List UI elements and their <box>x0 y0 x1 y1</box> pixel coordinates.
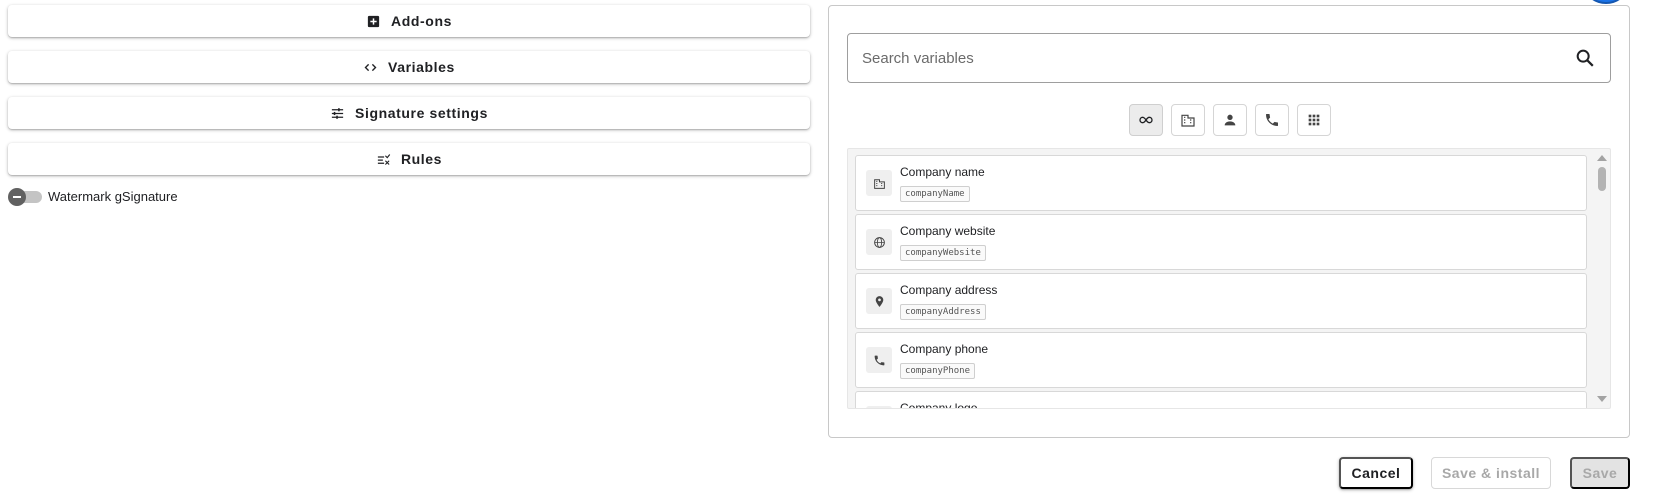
filter-phone-button[interactable] <box>1255 104 1289 136</box>
link-icon <box>1139 116 1153 124</box>
location-pin-icon <box>875 295 883 307</box>
addons-label: Add-ons <box>391 13 452 29</box>
cancel-button[interactable]: Cancel <box>1339 457 1413 489</box>
search-icon[interactable] <box>1574 47 1596 69</box>
variables-accordion[interactable]: Variables <box>8 51 810 83</box>
variable-item-company-logo[interactable]: Company logo companyLogo <box>855 391 1587 409</box>
editor-sections: Add-ons Variables Signature settings Rul… <box>8 5 810 206</box>
building-icon <box>873 178 885 189</box>
globe-icon <box>873 236 885 248</box>
building-icon <box>1181 114 1195 127</box>
watermark-toggle[interactable] <box>8 187 42 206</box>
variable-code: companyPhone <box>900 362 976 379</box>
filter-company-button[interactable] <box>1171 104 1205 136</box>
scroll-up-icon[interactable] <box>1597 155 1607 161</box>
person-icon <box>1224 114 1236 126</box>
rule-icon <box>377 153 391 165</box>
signature-settings-accordion[interactable]: Signature settings <box>8 97 810 129</box>
phone-icon <box>1266 114 1278 126</box>
tune-icon <box>331 107 344 119</box>
variables-label: Variables <box>388 59 455 75</box>
save-install-button[interactable]: Save & install <box>1431 457 1551 489</box>
variables-panel: Company name companyName Company website… <box>828 5 1630 438</box>
rules-label: Rules <box>400 151 443 167</box>
variable-list-scrollbar[interactable] <box>1594 149 1610 408</box>
variable-item-company-website[interactable]: Company website companyWebsite <box>855 214 1587 270</box>
grid-icon <box>1308 114 1320 126</box>
code-icon <box>364 63 377 71</box>
scroll-down-icon[interactable] <box>1597 396 1607 402</box>
watermark-row: Watermark gSignature <box>8 187 810 206</box>
filter-apps-button[interactable] <box>1297 104 1331 136</box>
variable-item-company-phone[interactable]: Company phone companyPhone <box>855 332 1587 388</box>
addons-accordion[interactable]: Add-ons <box>8 5 810 37</box>
variable-name: Company logo <box>900 400 978 409</box>
variable-code: companyWebsite <box>900 244 986 261</box>
watermark-label: Watermark gSignature <box>48 188 178 204</box>
search-input[interactable] <box>862 49 1574 67</box>
variable-code: companyName <box>900 185 970 202</box>
save-button[interactable]: Save <box>1570 457 1630 489</box>
variable-list: Company name companyName Company website… <box>847 148 1611 409</box>
variable-name: Company phone <box>900 341 989 356</box>
variable-filters <box>1129 104 1331 136</box>
filter-person-button[interactable] <box>1213 104 1247 136</box>
variable-code: companyAddress <box>900 303 986 320</box>
phone-icon <box>874 355 884 365</box>
variable-name: Company address <box>900 282 998 297</box>
floating-action-button[interactable] <box>1586 0 1626 4</box>
variable-name: Company website <box>900 223 996 238</box>
scrollbar-thumb[interactable] <box>1598 167 1606 191</box>
signature-settings-label: Signature settings <box>355 105 488 121</box>
variable-item-company-name[interactable]: Company name companyName <box>855 155 1587 211</box>
add-box-icon <box>367 15 380 27</box>
rules-accordion[interactable]: Rules <box>8 143 810 175</box>
filter-all-button[interactable] <box>1129 104 1163 136</box>
variable-name: Company name <box>900 164 985 179</box>
variable-item-company-address[interactable]: Company address companyAddress <box>855 273 1587 329</box>
search-box <box>847 33 1611 83</box>
